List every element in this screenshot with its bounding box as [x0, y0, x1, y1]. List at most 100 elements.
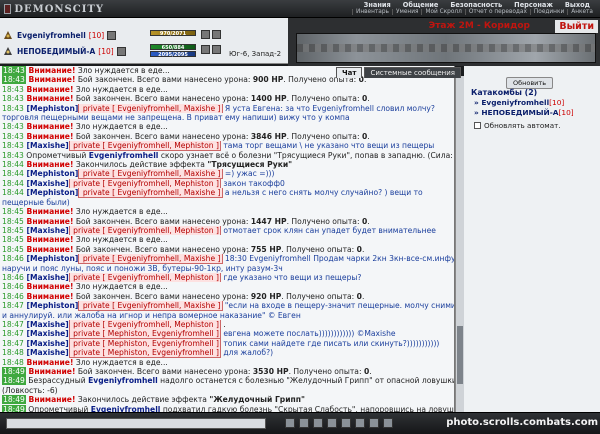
scrollbar-thumb[interactable]: [457, 326, 463, 384]
message-time[interactable]: 18:43: [2, 122, 24, 131]
translit-icon[interactable]: [327, 418, 337, 428]
sender-name[interactable]: [Maxishe]: [24, 141, 69, 150]
private-tag[interactable]: private [ Evgeniyfromhell, Mephiston ]: [68, 319, 221, 330]
clear-icon[interactable]: [299, 418, 309, 428]
private-tag[interactable]: private [ Evgeniyfromhell, Mephiston ]: [68, 178, 221, 189]
private-tag[interactable]: private [ Evgeniyfromhell, Mephiston ]: [68, 272, 221, 283]
settings-icon[interactable]: [355, 418, 365, 428]
message-time[interactable]: 18:45: [2, 207, 24, 216]
message-time[interactable]: 18:43: [2, 94, 24, 103]
submenu-skills[interactable]: Умения: [391, 9, 422, 15]
message-time[interactable]: 18:45: [2, 245, 24, 254]
sender-name[interactable]: [Maxishe]: [24, 320, 69, 329]
sender-name[interactable]: [Maxishe]: [24, 339, 69, 348]
settings-icon[interactable]: [383, 418, 393, 428]
message-time[interactable]: 18:44: [2, 188, 24, 197]
gear-icon[interactable]: [201, 45, 210, 54]
info-icon[interactable]: [116, 46, 126, 56]
submenu-transfers[interactable]: Отчет о переводах: [464, 9, 530, 15]
message-time[interactable]: 18:48: [2, 358, 24, 367]
message-time[interactable]: 18:49: [2, 395, 26, 405]
message-text: Бой закончен. Всего вами нанесено урона:: [75, 75, 253, 85]
message-time[interactable]: 18:47: [2, 339, 24, 348]
chat-message: 18:43 Внимание! Бой закончен. Всего вами…: [2, 132, 454, 141]
sender-name[interactable]: Evgeniyfromhell: [89, 151, 159, 160]
message-time[interactable]: 18:43: [2, 75, 26, 85]
sender-name[interactable]: [Maxishe]: [24, 179, 69, 188]
sender-name[interactable]: [Mephiston]: [24, 188, 79, 197]
filter-icon[interactable]: [313, 418, 323, 428]
message-time[interactable]: 18:46: [2, 292, 24, 301]
message-time[interactable]: 18:46: [2, 282, 24, 291]
watermark: photo.scrolls.combats.com: [446, 417, 598, 428]
chat-scrollbar[interactable]: [455, 76, 464, 412]
message-text: Зло нуждается в еде...: [73, 122, 168, 132]
submenu-duels[interactable]: Поединки: [529, 9, 567, 15]
submenu-my-scroll[interactable]: Мой Скролл: [421, 9, 464, 15]
sender-name[interactable]: [Mephiston]: [24, 104, 79, 113]
private-tag[interactable]: private [ Mephiston, Evgeniyfromhell ]: [68, 338, 221, 349]
message-time[interactable]: 18:43: [2, 85, 24, 94]
private-tag[interactable]: private [ Evgeniyfromhell, Maxishe ]: [78, 188, 223, 198]
submenu-inventory[interactable]: Инвентарь: [352, 9, 392, 15]
sender-name[interactable]: [Maxishe]: [24, 226, 69, 235]
sender-name[interactable]: Evgeniyfromhell: [88, 376, 158, 385]
gear-icon[interactable]: [212, 30, 221, 39]
message-time[interactable]: 18:47: [2, 320, 24, 329]
sender-name[interactable]: [Maxishe]: [24, 348, 69, 357]
message-time[interactable]: 18:49: [2, 376, 26, 386]
online-player[interactable]: » Evgeniyfromhell[10]: [474, 98, 574, 108]
message-time[interactable]: 18:43: [2, 66, 26, 75]
sound-icon[interactable]: [341, 418, 351, 428]
tab-chat[interactable]: Чат: [336, 67, 363, 78]
sender-name[interactable]: [Maxishe]: [24, 273, 69, 282]
auto-refresh-checkbox[interactable]: [474, 122, 481, 129]
message-time[interactable]: 18:43: [2, 104, 24, 113]
message-time[interactable]: 18:47: [2, 329, 24, 338]
private-tag[interactable]: private [ Evgeniyfromhell, Maxishe ]: [78, 254, 223, 264]
message-time[interactable]: 18:47: [2, 301, 24, 310]
player-name[interactable]: Evgeniyfromhell: [17, 31, 86, 40]
sender-name[interactable]: [Mephiston]: [24, 169, 79, 178]
message-time[interactable]: 18:46: [2, 254, 24, 263]
settings-icon[interactable]: [369, 418, 379, 428]
tab-system-messages[interactable]: Системные сообщения: [364, 67, 461, 78]
sender-name[interactable]: Evgeniyfromhell: [91, 405, 161, 412]
message-text: 18:30 Evgeniyfromhell Продам чарки 2кн 3…: [222, 254, 454, 264]
private-tag[interactable]: private [ Mephiston, Evgeniyfromhell ]: [68, 348, 221, 358]
chat-message: 18:44 [Mephiston] private [ Evgeniyfromh…: [2, 188, 454, 198]
submenu-profile[interactable]: Анкета: [567, 9, 596, 15]
sender-name[interactable]: [Mephiston]: [24, 301, 79, 310]
message-time[interactable]: 18:45: [2, 235, 24, 244]
message-time[interactable]: 18:44: [2, 160, 24, 169]
message-time[interactable]: 18:43: [2, 132, 24, 141]
gear-icon[interactable]: [201, 30, 210, 39]
smile-icon[interactable]: [285, 418, 295, 428]
private-tag[interactable]: private [ Mephiston, Evgeniyfromhell ]: [68, 329, 221, 339]
sender-name[interactable]: [Mephiston]: [24, 254, 79, 263]
message-time[interactable]: 18:49: [2, 367, 26, 376]
message-time[interactable]: 18:46: [2, 273, 24, 282]
message-text: Зло нуждается в еде...: [73, 207, 168, 217]
message-time[interactable]: 18:45: [2, 226, 24, 235]
message-time[interactable]: 18:49: [2, 404, 26, 412]
online-player[interactable]: » НЕПОБЕДИМЫЙ-А[10]: [474, 108, 574, 118]
private-tag[interactable]: private [ Evgeniyfromhell, Maxishe ]: [78, 103, 223, 114]
message-time[interactable]: 18:44: [2, 179, 24, 188]
gear-icon[interactable]: [212, 45, 221, 54]
private-tag[interactable]: private [ Evgeniyfromhell, Mephiston ]: [68, 141, 221, 151]
private-tag[interactable]: private [ Evgeniyfromhell, Mephiston ]: [68, 225, 221, 236]
chat-input[interactable]: [6, 418, 266, 429]
message-time[interactable]: 18:44: [2, 169, 24, 178]
message-time[interactable]: 18:45: [2, 217, 24, 226]
message-time[interactable]: 18:43: [2, 151, 24, 160]
sender-name[interactable]: [Maxishe]: [24, 329, 69, 338]
info-icon[interactable]: [107, 30, 117, 40]
message-time[interactable]: 18:48: [2, 348, 24, 357]
player-name[interactable]: НЕПОБЕДИМЫЙ-А: [17, 47, 95, 56]
private-tag[interactable]: private [ Evgeniyfromhell, Maxishe ]: [78, 301, 223, 311]
exit-button[interactable]: Выйти: [555, 20, 598, 33]
private-tag[interactable]: private [ Evgeniyfromhell, Maxishe ]: [78, 169, 223, 179]
chat-lines: 18:43 Внимание! Зло нуждается в еде... 18…: [2, 66, 454, 412]
message-time[interactable]: 18:43: [2, 141, 24, 150]
